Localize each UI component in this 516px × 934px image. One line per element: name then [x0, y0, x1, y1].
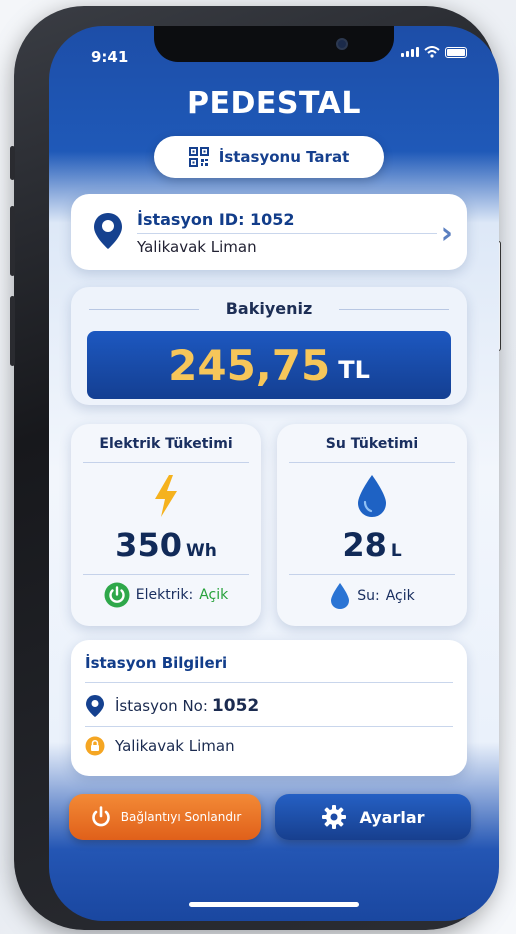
- scan-station-button[interactable]: İstasyonu Tarat: [154, 136, 384, 178]
- electric-value: 350: [115, 526, 182, 564]
- chevron-right-icon: ›: [440, 216, 453, 251]
- volume-down-button: [10, 296, 15, 366]
- volume-up-button: [10, 206, 15, 276]
- station-location-row: Yalikavak Liman: [85, 736, 235, 756]
- qr-code-icon: [188, 147, 209, 167]
- power-icon: [91, 806, 110, 827]
- water-value-row: 28 L: [277, 526, 467, 564]
- wifi-icon: [424, 46, 440, 58]
- station-number-label: İstasyon No:: [115, 697, 208, 715]
- settings-label: Ayarlar: [359, 807, 425, 827]
- station-number-value: 1052: [211, 696, 260, 716]
- water-drop-icon: [358, 475, 386, 517]
- water-unit: L: [390, 541, 402, 561]
- water-status[interactable]: Su: Açik: [277, 582, 467, 610]
- divider: [85, 726, 453, 727]
- app-title: PEDESTAL: [187, 86, 361, 121]
- station-id: İstasyon ID: 1052: [137, 210, 295, 229]
- divider: [83, 462, 249, 463]
- balance-amount: 245,75: [168, 340, 331, 390]
- end-connection-label: Bağlantıyı Sonlandır: [120, 810, 242, 824]
- balance-display: 245,75 TL: [87, 331, 451, 399]
- home-indicator[interactable]: [189, 902, 359, 907]
- divider: [289, 462, 455, 463]
- screen: 9:41 PEDESTAL İstasyonu Tarat İstasyon I…: [49, 26, 499, 921]
- status-icons: [401, 46, 467, 58]
- water-consumption-card: Su Tüketimi 28 L Su: Açik: [277, 424, 467, 626]
- power-icon: [104, 582, 130, 608]
- station-info-location: Yalikavak Liman: [115, 737, 235, 755]
- water-drop-icon: [331, 583, 350, 609]
- lightning-icon: [155, 475, 177, 517]
- divider: [339, 309, 449, 310]
- end-connection-button[interactable]: Bağlantıyı Sonlandır: [69, 794, 261, 840]
- water-value: 28: [342, 526, 387, 564]
- station-info-title: İstasyon Bilgileri: [85, 654, 228, 672]
- status-time: 9:41: [91, 48, 129, 66]
- electric-value-row: 350 Wh: [71, 526, 261, 564]
- location-pin-icon: [86, 695, 104, 717]
- divider: [83, 574, 249, 575]
- electric-status-label: Elektrik:: [135, 587, 194, 603]
- notch: [154, 26, 394, 62]
- divider: [289, 574, 455, 575]
- signal-icon: [401, 47, 419, 57]
- water-title: Su Tüketimi: [325, 436, 419, 452]
- battery-icon: [445, 46, 467, 58]
- divider: [137, 233, 437, 234]
- station-number-row: İstasyon No: 1052: [85, 694, 259, 718]
- electric-unit: Wh: [185, 541, 217, 561]
- settings-button[interactable]: Ayarlar: [275, 794, 471, 840]
- station-info-card: İstasyon Bilgileri İstasyon No: 1052 Yal…: [71, 640, 467, 776]
- gear-icon: [322, 805, 347, 829]
- station-card[interactable]: İstasyon ID: 1052 Yalikavak Liman ›: [71, 194, 467, 270]
- electric-status[interactable]: Elektrik: Açik: [71, 582, 261, 608]
- water-status-label: Su:: [357, 588, 380, 604]
- electric-status-value: Açik: [199, 587, 229, 603]
- camera: [336, 38, 348, 50]
- location-pin-icon: [94, 213, 122, 249]
- mute-switch: [10, 146, 15, 180]
- scan-station-label: İstasyonu Tarat: [218, 148, 350, 166]
- electric-consumption-card: Elektrik Tüketimi 350 Wh Elektrik: Açik: [71, 424, 261, 626]
- phone-frame: 9:41 PEDESTAL İstasyonu Tarat İstasyon I…: [10, 6, 501, 930]
- balance-card: Bakiyeniz 245,75 TL: [71, 287, 467, 405]
- water-status-value: Açik: [385, 588, 415, 604]
- divider: [85, 682, 453, 683]
- lock-icon: [85, 736, 105, 756]
- balance-currency: TL: [338, 356, 370, 384]
- electric-title: Elektrik Tüketimi: [99, 436, 233, 452]
- station-location: Yalikavak Liman: [137, 238, 257, 256]
